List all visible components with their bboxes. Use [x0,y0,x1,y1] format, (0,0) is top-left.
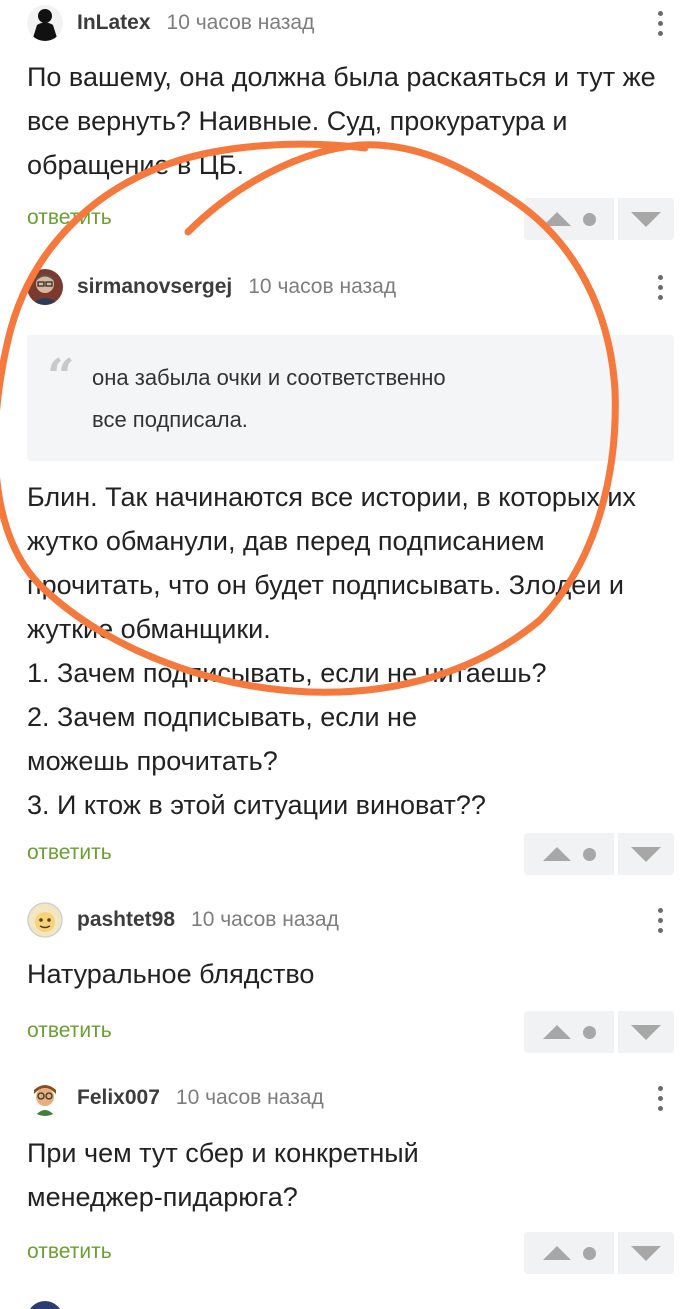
rating-dot-icon [582,212,596,226]
vote-controls [524,1232,674,1274]
author-name[interactable]: InLatex [77,11,151,35]
comment-text: При чем тут сбер и конкретный менеджер-п… [27,1138,419,1212]
rating-dot-icon [582,847,596,861]
rating-dot-icon [582,1025,596,1039]
comment-header: InLatex 10 часов назад [27,3,314,43]
quote-text: она забыла очки и соответственно все под… [92,365,446,432]
upvote-button[interactable] [524,833,614,875]
avatar[interactable] [27,5,63,41]
comment-text: По вашему, она должна была раскаяться и … [27,62,656,180]
upvote-button[interactable] [524,198,614,240]
arrow-up-icon [542,1025,571,1039]
author-name[interactable]: pashtet98 [77,908,175,932]
downvote-button[interactable] [618,1011,674,1053]
upvote-button[interactable] [524,1011,614,1053]
arrow-down-icon [631,1245,661,1261]
arrow-down-icon [631,211,661,227]
reply-link[interactable]: ответить [27,841,112,865]
avatar[interactable] [27,902,63,938]
downvote-button[interactable] [618,833,674,875]
man-with-glasses-avatar-icon [27,269,63,305]
comment-time: 10 часов назад [191,908,339,931]
cartoon-face-avatar-icon [27,902,63,938]
avatar[interactable] [27,1080,63,1116]
arrow-up-icon [542,847,571,861]
upvote-button[interactable] [524,1232,614,1274]
quote-icon: “ [47,349,75,405]
next-comment-avatar [27,1301,63,1309]
vote-controls [524,1011,674,1053]
downvote-button[interactable] [618,198,674,240]
comment-text: Блин. Так начинаются все истории, в кото… [27,482,636,820]
black-figure-avatar-icon [27,5,63,41]
author-name[interactable]: sirmanovsergej [77,275,232,299]
vote-controls [524,833,674,875]
comment-time: 10 часов назад [166,11,315,34]
more-options-icon[interactable] [650,900,670,940]
arrow-up-icon [542,1246,571,1260]
avatar[interactable] [27,269,63,305]
reply-link[interactable]: ответить [27,1240,112,1264]
author-name[interactable]: Felix007 [77,1086,160,1110]
reply-link[interactable]: ответить [27,206,112,230]
more-options-icon[interactable] [650,3,670,43]
reply-link[interactable]: ответить [27,1019,112,1043]
comment-text: Натуральное блядство [27,959,315,989]
comment-time: 10 часов назад [175,1086,324,1109]
comment-header: pashtet98 10 часов назад [27,900,339,940]
rating-dot-icon [582,1246,596,1260]
more-options-icon[interactable] [650,267,670,307]
arrow-up-icon [542,212,571,226]
downvote-button[interactable] [618,1232,674,1274]
cartoon-man-avatar-icon [27,1080,63,1116]
quote-block: “ она забыла очки и соответственно все п… [27,335,674,461]
comment-header: sirmanovsergej 10 часов назад [27,267,396,307]
arrow-down-icon [631,1024,661,1040]
comment-header: Felix007 10 часов назад [27,1078,324,1118]
arrow-down-icon [631,846,661,862]
more-options-icon[interactable] [650,1078,670,1118]
vote-controls [524,198,674,240]
comment-time: 10 часов назад [248,275,397,298]
